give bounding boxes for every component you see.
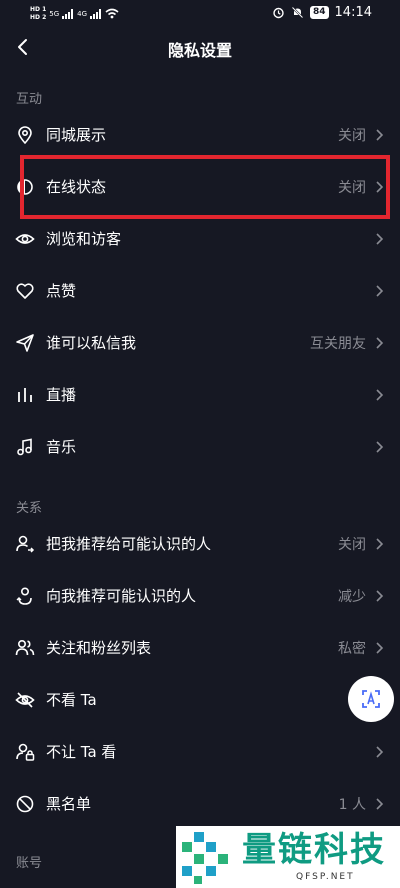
row-label: 音乐 (46, 438, 77, 456)
watermark-text: 量链科技 (242, 830, 386, 870)
eye-off-icon (15, 692, 35, 708)
row-direct-message[interactable]: 谁可以私信我 互关朋友 (0, 317, 400, 369)
row-live[interactable]: 直播 (0, 369, 400, 421)
row-label: 直播 (46, 386, 77, 404)
row-value: 减少 (338, 589, 366, 605)
page-title: 隐私设置 (167, 41, 232, 60)
row-music[interactable]: 音乐 (0, 421, 400, 473)
mute-bell-icon (291, 6, 304, 19)
people-icon (15, 639, 35, 656)
watermark: 量链科技 QFSP.NET (176, 826, 400, 888)
status-right: 84 14:14 (272, 5, 372, 20)
row-hide-ta[interactable]: 不看 Ta (0, 674, 340, 726)
row-label: 黑名单 (46, 795, 92, 813)
row-label: 谁可以私信我 (46, 334, 137, 352)
status-bar: HD 1 HD 2 5G 4G 84 14:14 (0, 0, 400, 28)
row-recommend-me[interactable]: 把我推荐给可能认识的人 关闭 (0, 518, 400, 570)
row-likes[interactable]: 点赞 (0, 265, 400, 317)
person-lock-icon (16, 743, 35, 761)
chevron-right-icon (376, 285, 384, 297)
net1-label: 5G (49, 9, 60, 18)
hd-labels: HD 1 HD 2 (30, 6, 46, 21)
top-nav: 隐私设置 (0, 28, 400, 70)
watermark-logo-icon (182, 832, 228, 884)
row-recommend-to-me[interactable]: 向我推荐可能认识的人 减少 (0, 570, 400, 622)
heart-icon (16, 283, 34, 299)
watermark-sub: QFSP.NET (296, 872, 355, 882)
location-pin-icon (18, 126, 32, 145)
section-label-interaction: 互动 (16, 92, 43, 107)
chevron-right-icon (376, 538, 384, 550)
net2-label: 4G (77, 9, 88, 18)
block-icon (16, 795, 34, 813)
row-follow-fans-list[interactable]: 关注和粉丝列表 私密 (0, 622, 400, 674)
person-share-icon (16, 535, 35, 553)
row-blacklist[interactable]: 黑名单 1 人 (0, 778, 400, 830)
row-value: 关闭 (338, 537, 366, 553)
send-icon (16, 334, 34, 352)
music-note-icon (17, 438, 32, 456)
row-same-city[interactable]: 同城展示 关闭 (0, 109, 400, 161)
row-label: 把我推荐给可能认识的人 (46, 535, 212, 553)
chevron-right-icon (376, 590, 384, 602)
highlight-annotation (20, 155, 390, 219)
scan-icon (362, 690, 380, 708)
row-label: 不让 Ta 看 (46, 743, 117, 761)
chevron-right-icon (376, 798, 384, 810)
floating-assistant-button[interactable] (348, 676, 394, 722)
row-block-view[interactable]: 不让 Ta 看 (0, 726, 400, 778)
row-value: 互关朋友 (310, 336, 366, 352)
row-label: 关注和粉丝列表 (46, 639, 152, 657)
signal-group: HD 1 HD 2 5G 4G (30, 6, 119, 21)
chevron-right-icon (376, 441, 384, 453)
chevron-right-icon (376, 642, 384, 654)
alarm-icon (273, 7, 284, 19)
section-label-relations: 关系 (16, 501, 43, 516)
chevron-right-icon (376, 233, 384, 245)
row-value: 1 人 (338, 797, 366, 813)
row-value: 私密 (338, 641, 366, 657)
hd1-label: HD 1 (30, 6, 47, 13)
chevron-right-icon (376, 129, 384, 141)
row-label: 向我推荐可能认识的人 (46, 587, 197, 605)
battery-indicator: 84 (310, 6, 329, 19)
clock: 14:14 (334, 5, 372, 20)
row-label: 浏览和访客 (46, 230, 122, 248)
row-browse-visitors[interactable]: 浏览和访客 (0, 213, 400, 265)
row-label: 不看 Ta (46, 691, 97, 709)
signal-icon (62, 8, 74, 19)
wifi-icon (105, 8, 119, 19)
section-label-account: 账号 (16, 856, 43, 871)
signal-icon (90, 8, 102, 19)
live-bars-icon (18, 388, 32, 402)
chevron-right-icon (376, 746, 384, 758)
hd2-label: HD 2 (30, 14, 47, 21)
row-label: 同城展示 (46, 126, 107, 144)
row-value: 关闭 (338, 128, 366, 144)
person-recommend-icon (16, 587, 32, 605)
row-label: 点赞 (46, 282, 77, 300)
chevron-right-icon (376, 337, 384, 349)
chevron-right-icon (376, 389, 384, 401)
eye-icon (15, 234, 35, 244)
